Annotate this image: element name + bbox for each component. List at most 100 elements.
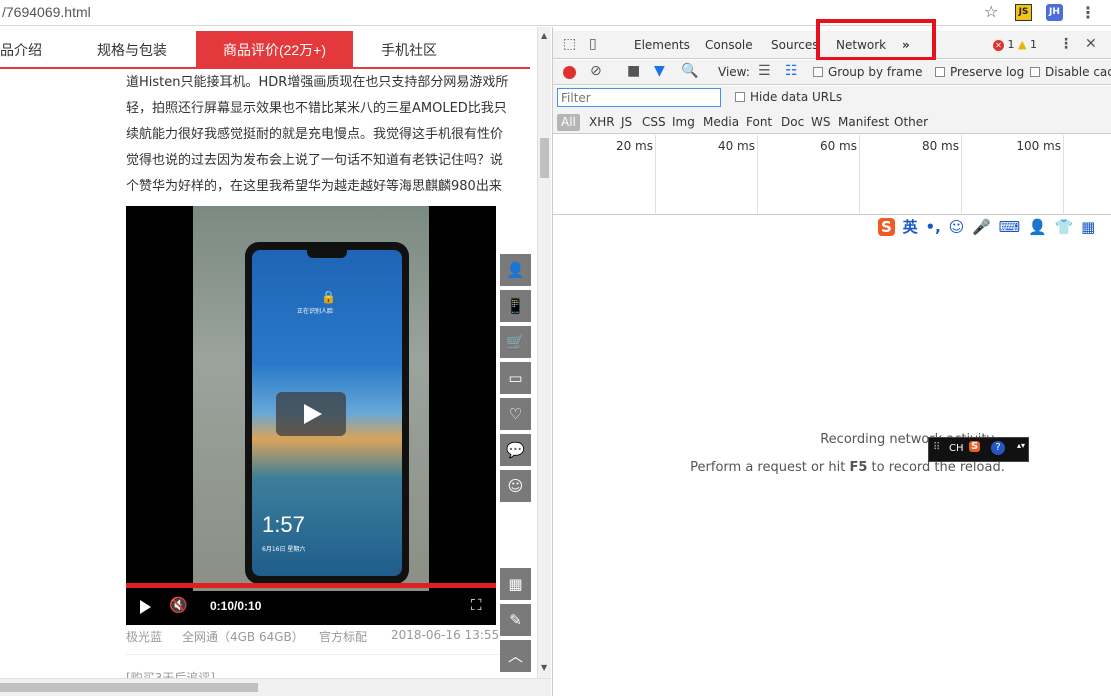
perform-prefix: Perform a request or hit [690, 460, 850, 475]
keyboard-icon[interactable]: ⌨ [999, 218, 1021, 236]
search-icon[interactable]: 🔍 [681, 63, 698, 79]
tab-console[interactable]: Console [705, 38, 753, 52]
waterfall-icon[interactable]: ☷ [785, 63, 798, 79]
cart-icon[interactable]: 🛒 [500, 326, 531, 358]
hide-data-urls-label: Hide data URLs [750, 90, 843, 104]
network-toolbar: ⊘ ■ ▼ 🔍 View: ☰ ☷ Group by frame Preserv… [553, 60, 1111, 85]
error-warning-counter[interactable]: ✕ 1 ▲ 1 [993, 38, 1037, 51]
type-manifest[interactable]: Manifest [838, 115, 889, 129]
timeline-label: 80 ms [921, 139, 959, 153]
type-font[interactable]: Font [746, 115, 772, 129]
type-xhr[interactable]: XHR [589, 115, 615, 129]
js-extension-icon[interactable]: JS [1015, 4, 1032, 21]
coupon-icon[interactable]: ▭ [500, 362, 531, 394]
heart-icon[interactable]: ♡ [500, 398, 531, 430]
sogou-icon[interactable]: S [969, 441, 981, 452]
bookmark-star-icon[interactable]: ☆ [984, 2, 998, 21]
tab-product-intro[interactable]: 品介绍 [0, 31, 80, 69]
url-text[interactable]: /7694069.html [2, 4, 91, 20]
type-all[interactable]: All [557, 114, 580, 131]
disable-cache-checkbox[interactable]: Disable cac [1030, 65, 1111, 79]
type-css[interactable]: CSS [642, 115, 666, 129]
scroll-down-icon[interactable]: ▼ [541, 663, 547, 672]
timeline-gridline [1063, 135, 1064, 215]
network-timeline[interactable]: 20 ms 40 ms 60 ms 80 ms 100 ms [553, 135, 1111, 215]
sogou-logo-icon[interactable]: S [878, 218, 895, 236]
inspect-element-icon[interactable]: ⬚ [563, 36, 576, 52]
review-video[interactable]: 🔒 正在识别人脸 1:57 6月16日 星期六 🔇 0:10/0:10 ⛶ [126, 206, 496, 625]
page-horizontal-scrollbar[interactable] [0, 678, 551, 696]
filter-icon[interactable]: ▼ [654, 63, 665, 79]
timeline-gridline [961, 135, 962, 215]
type-img[interactable]: Img [672, 115, 695, 129]
review-line: 道Histen只能接耳机。HDR增强画质现在也只支持部分网易游戏所 [126, 75, 509, 90]
clear-icon[interactable]: ⊘ [590, 63, 602, 79]
message-icon[interactable]: 💬 [500, 434, 531, 466]
preserve-log-label: Preserve log [950, 65, 1025, 79]
scrollbar-thumb[interactable] [0, 683, 258, 692]
group-by-frame-checkbox[interactable]: Group by frame [813, 65, 922, 79]
type-media[interactable]: Media [703, 115, 739, 129]
timeline-label: 20 ms [615, 139, 653, 153]
person-icon[interactable]: 👤 [1028, 218, 1047, 236]
device-toolbar-icon[interactable]: ▯ [589, 36, 597, 52]
drag-handle-icon[interactable]: ⠿ [933, 442, 940, 453]
tab-community[interactable]: 手机社区 [381, 31, 461, 69]
tab-reviews[interactable]: 商品评价(22万+) [196, 31, 353, 69]
timeline-label: 40 ms [717, 139, 755, 153]
help-icon[interactable]: ? [991, 441, 1005, 455]
record-icon[interactable] [563, 66, 576, 79]
scrollbar-thumb[interactable] [540, 138, 549, 178]
hide-data-urls-checkbox[interactable]: Hide data URLs [735, 90, 842, 104]
large-rows-icon[interactable]: ☰ [758, 63, 771, 79]
timeline-gridline [859, 135, 860, 215]
ime-toolbar: S 英 •, ☺ 🎤 ⌨ 👤 👕 ▦ [878, 216, 1099, 240]
ime-language[interactable]: 英 [903, 216, 918, 237]
type-js[interactable]: JS [621, 115, 632, 129]
devtools-menu-icon[interactable]: ⋮ [1059, 36, 1073, 52]
meta-package: 官方标配 [319, 630, 368, 644]
tab-spec-package[interactable]: 规格与包装 [97, 31, 187, 69]
jh-extension-icon[interactable]: JH [1046, 4, 1063, 21]
browser-menu-icon[interactable]: ⋮ [1080, 3, 1096, 22]
close-icon[interactable]: ✕ [1085, 36, 1097, 52]
filter-input[interactable] [557, 88, 721, 107]
ime-lang-label[interactable]: CH [949, 443, 964, 454]
meta-color: 极光蓝 [126, 630, 163, 644]
ime-status-bar[interactable]: ⠿ CH S ? ▴▾ [928, 437, 1029, 462]
ime-menu-icon[interactable]: ▴▾ [1017, 441, 1025, 450]
scroll-up-icon[interactable]: ▲ [541, 31, 547, 40]
qrcode-icon[interactable]: ▦ [500, 568, 531, 600]
review-line: 觉得也说的过去因为发布会上说了一句话不知道有老铁记住吗？说 [126, 153, 504, 168]
play-icon[interactable] [140, 600, 151, 614]
type-other[interactable]: Other [894, 115, 928, 129]
microphone-icon[interactable]: 🎤 [972, 218, 991, 236]
back-to-top-icon[interactable]: ︿ [500, 640, 531, 672]
tab-sources[interactable]: Sources [771, 38, 818, 52]
feedback-icon[interactable]: ✎ [500, 604, 531, 636]
user-icon[interactable]: 👤 [500, 254, 531, 286]
big-play-button[interactable] [276, 392, 346, 436]
mute-icon[interactable]: 🔇 [169, 596, 188, 614]
devtools-tabbar: ⬚ ▯ Elements Console Sources Network » ✕… [553, 19, 1111, 61]
service-icon[interactable]: ☺ [500, 470, 531, 502]
type-ws[interactable]: WS [811, 115, 830, 129]
devtools-panel: ⬚ ▯ Elements Console Sources Network » ✕… [552, 19, 1111, 696]
punctuation-icon[interactable]: •, [925, 218, 940, 236]
tab-elements[interactable]: Elements [634, 38, 690, 52]
network-tab-highlight [816, 19, 936, 61]
page-vertical-scrollbar[interactable]: ▲ ▼ [537, 27, 551, 678]
group-by-frame-label: Group by frame [828, 65, 923, 79]
video-controls: 🔇 0:10/0:10 ⛶ [126, 588, 496, 625]
emoji-icon[interactable]: ☺ [949, 218, 965, 236]
phone-icon[interactable]: 📱 [500, 290, 531, 322]
type-doc[interactable]: Doc [781, 115, 804, 129]
shirt-icon[interactable]: 👕 [1055, 218, 1074, 236]
fullscreen-icon[interactable]: ⛶ [471, 596, 482, 614]
error-count: 1 [1007, 38, 1015, 51]
preserve-log-checkbox[interactable]: Preserve log [935, 65, 1024, 79]
page-content: 品介绍 规格与包装 商品评价(22万+) 手机社区 道Histen只能接耳机。H… [0, 27, 537, 696]
grid-icon[interactable]: ▦ [1081, 218, 1095, 236]
capture-screenshots-icon[interactable]: ■ [627, 63, 640, 79]
divider [126, 654, 531, 655]
